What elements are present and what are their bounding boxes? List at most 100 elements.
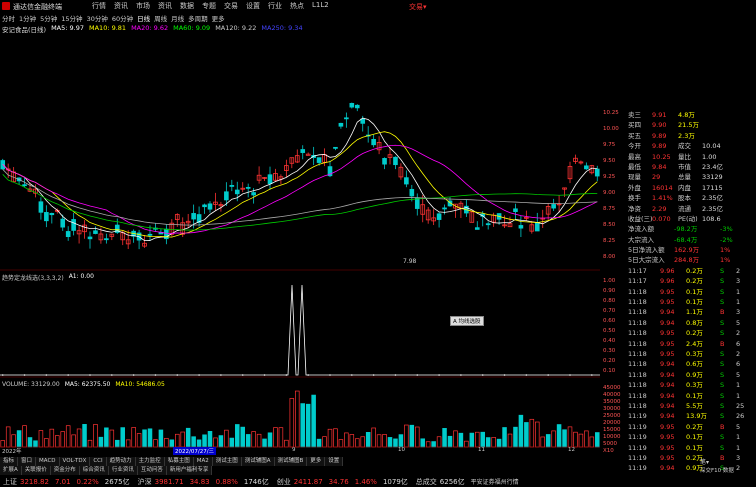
tab[interactable]: 主力监控 — [136, 457, 165, 466]
trade-tick-row-cell: 11:19 — [628, 433, 647, 442]
volume-bar — [289, 398, 295, 448]
trade-tick-row-cell: 2 — [736, 349, 741, 358]
period-tab[interactable]: 多周期 — [188, 13, 208, 23]
volume-bar — [387, 437, 393, 448]
candle — [234, 189, 240, 195]
period-tab[interactable]: 5分钟 — [40, 13, 57, 23]
volume-tick: 15000 — [603, 427, 621, 433]
fund-flow-row-cell: 1% — [720, 246, 731, 255]
trade-tick-row-cell: 11:18 — [628, 298, 647, 307]
tab[interactable]: MA2 — [194, 457, 213, 466]
order-book-row-cell: 买四 — [628, 121, 641, 130]
fund-flow-row: 净流入额 -98.2万 -3% — [628, 224, 756, 234]
trade-tick-row-cell: 9.94 — [660, 308, 675, 317]
period-tab[interactable]: 月线 — [171, 13, 184, 23]
total-volume: 6256亿 — [439, 477, 465, 486]
volume-bar — [382, 434, 387, 448]
volume-bar — [245, 434, 251, 448]
volume-bar — [447, 435, 453, 448]
tab[interactable]: 指标 — [0, 457, 19, 466]
tab[interactable]: VOL-TDX — [60, 457, 91, 466]
tab[interactable]: 资金分布 — [51, 466, 80, 475]
stat-row: 收益(三) 0.070 PE(动) 108.6 — [628, 214, 756, 224]
tab[interactable]: 测试辅图A — [242, 457, 275, 466]
tab[interactable]: 新用户福利专享 — [167, 466, 213, 475]
index-cy-label[interactable]: 创业 — [277, 477, 291, 487]
indicator-select-button[interactable]: A 均线选股 — [450, 316, 484, 326]
menu-item[interactable]: 资讯 — [114, 1, 128, 11]
trade-tick-row-cell: S — [720, 277, 725, 286]
candle — [104, 238, 109, 241]
period-tab[interactable]: 分时 — [2, 13, 15, 23]
volume-bar — [425, 441, 431, 448]
stat-row-cell: 最低 — [628, 162, 641, 171]
tab[interactable]: 趋势动力 — [107, 457, 136, 466]
tab[interactable]: MACD — [36, 457, 60, 466]
indicator-title: 趋势定龙线选(3,3,3,2) — [2, 275, 64, 282]
order-book-row-cell: 卖三 — [628, 111, 641, 119]
menu-item[interactable]: 资讯 — [158, 1, 172, 11]
trade-tick-row-cell: 25 — [736, 401, 745, 410]
tab[interactable]: 测试辅图B — [275, 457, 308, 466]
period-tab[interactable]: 周线 — [154, 13, 167, 23]
tab[interactable]: 私募主图 — [165, 457, 194, 466]
volume-bar — [295, 390, 300, 448]
stat-row-cell: 收益(三) — [628, 214, 653, 223]
trade-button[interactable]: 交易▾ — [409, 2, 427, 12]
order-book-row: 卖三 9.91 4.8万 — [628, 110, 756, 120]
menu-item[interactable]: 设置 — [246, 1, 260, 11]
tab[interactable]: 互动问答 — [138, 466, 167, 475]
trade-tick-row-cell: 11:19 — [628, 412, 647, 421]
index-sz-label[interactable]: 沪深 — [138, 477, 152, 487]
tab[interactable]: 测试主图 — [213, 457, 242, 466]
tab[interactable]: 综合资讯 — [80, 466, 109, 475]
tab[interactable]: CCI — [90, 457, 107, 466]
trade-tick-row-cell: 9.95 — [660, 443, 675, 452]
app-window: 通达信金融终端 行情 资讯 市场 资讯 数据 专题 交易 设置 行业 热点 L1… — [0, 0, 756, 487]
candle — [360, 118, 366, 124]
menu-item[interactable]: 专题 — [202, 1, 216, 11]
trade-tick-row-cell: 9.94 — [660, 464, 675, 473]
stat-row: 今开 9.89 成交 10.04 — [628, 141, 756, 151]
menu-item[interactable]: L1L2 — [312, 1, 329, 11]
tab[interactable]: 窗口 — [18, 457, 37, 466]
menu-item[interactable]: 行情 — [92, 1, 106, 11]
order-book-row-cell: 9.91 — [652, 111, 667, 119]
tab[interactable]: 扩展A — [0, 466, 22, 475]
stat-row-cell: 1.00 — [702, 152, 717, 161]
volume-bar — [480, 431, 485, 448]
candle — [551, 204, 556, 209]
tab[interactable]: 更多 — [307, 457, 326, 466]
indicator-dot — [89, 374, 91, 376]
period-tab[interactable]: 30分钟 — [87, 13, 108, 23]
tab[interactable]: 设置 — [325, 457, 344, 466]
tab[interactable]: 关联报价 — [22, 466, 51, 475]
tab[interactable]: 行业资讯 — [109, 466, 138, 475]
volume-bar — [485, 437, 491, 448]
index-sh-label[interactable]: 上证 — [3, 477, 17, 487]
menu-item[interactable]: 行业 — [268, 1, 282, 11]
volume-bar — [38, 430, 44, 448]
period-tab[interactable]: 更多 — [212, 13, 225, 23]
volume-bar — [540, 436, 545, 448]
volume-bar — [218, 435, 224, 448]
indicator-dot — [569, 374, 571, 376]
trade-tick-row-cell: 9.94 — [660, 360, 675, 369]
indicator-dot — [394, 374, 397, 376]
period-tab[interactable]: 60分钟 — [112, 13, 133, 23]
period-tab-active[interactable]: 日线 — [137, 13, 150, 23]
candle — [404, 177, 409, 185]
candle — [333, 146, 338, 149]
menu-item[interactable]: 交易 — [224, 1, 238, 11]
trade-tick-row-cell: 9.96 — [660, 266, 675, 275]
menu-item[interactable]: 热点 — [290, 1, 304, 11]
period-tab[interactable]: 15分钟 — [61, 13, 82, 23]
ticks-mode-tab[interactable]: 笔▾ — [700, 457, 709, 466]
menu-item[interactable]: 市场 — [136, 1, 150, 11]
volume-bar — [33, 440, 38, 448]
volume-bar — [502, 427, 507, 448]
menu-item[interactable]: 数据 — [180, 1, 194, 11]
indicator-tick: 0.40 — [603, 338, 616, 344]
chart-area[interactable] — [0, 32, 600, 460]
period-tab[interactable]: 1分钟 — [19, 13, 36, 23]
